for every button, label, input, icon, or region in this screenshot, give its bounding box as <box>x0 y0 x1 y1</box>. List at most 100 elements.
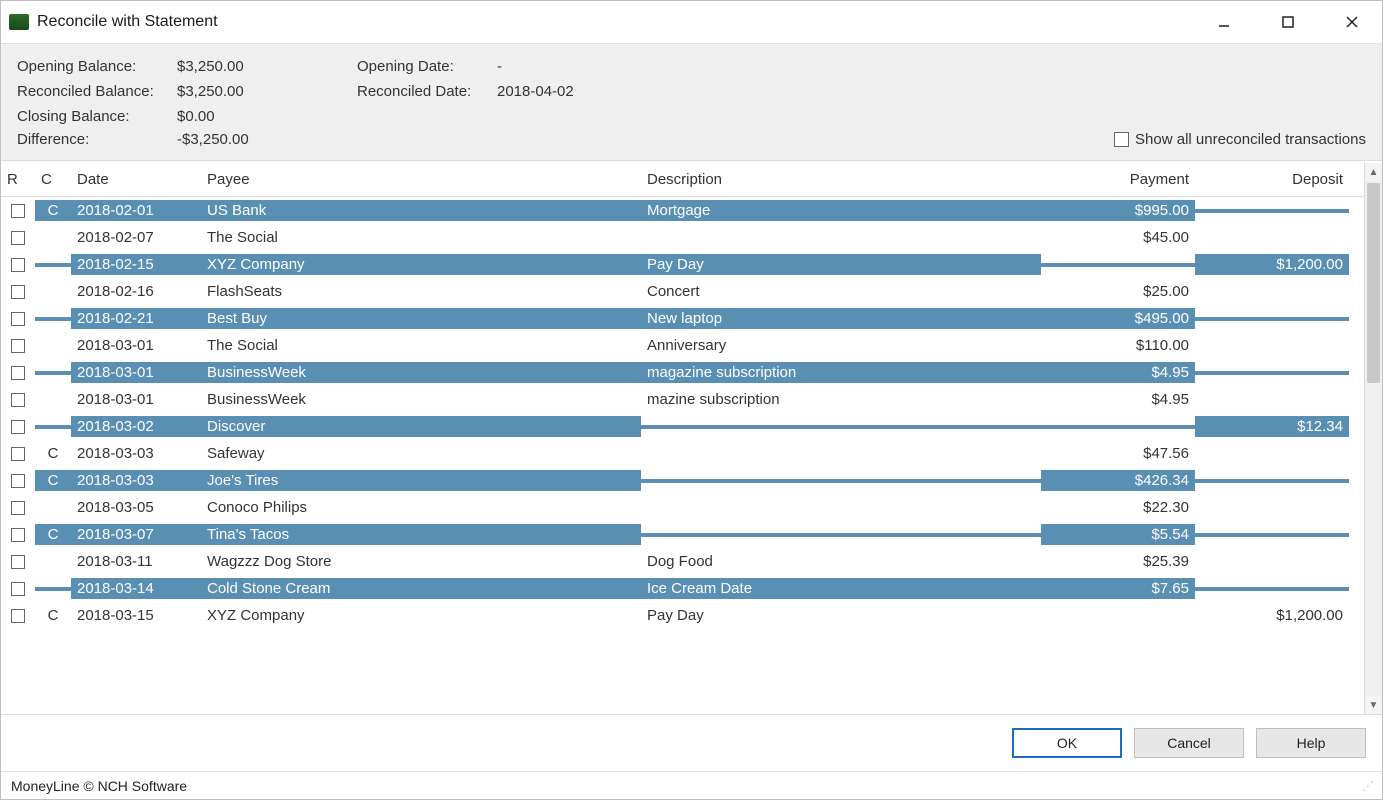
row-description <box>641 479 1041 483</box>
opening-balance-label: Opening Balance: <box>17 58 177 75</box>
row-description: Mortgage <box>641 200 1041 221</box>
row-reconcile-checkbox[interactable] <box>1 391 35 409</box>
row-payment: $110.00 <box>1041 335 1195 356</box>
row-cleared-flag <box>35 344 71 348</box>
row-description <box>641 425 1041 429</box>
row-deposit <box>1195 506 1349 510</box>
table-header-row: R C Date Payee Description Payment Depos… <box>1 163 1364 197</box>
row-reconcile-checkbox[interactable] <box>1 337 35 355</box>
row-cleared-flag <box>35 236 71 240</box>
table-row[interactable]: 2018-02-15XYZ CompanyPay Day$1,200.00 <box>1 251 1364 278</box>
row-deposit <box>1195 371 1349 375</box>
row-reconcile-checkbox[interactable] <box>1 418 35 436</box>
row-payment: $995.00 <box>1041 200 1195 221</box>
scroll-up-icon[interactable]: ▲ <box>1365 163 1382 181</box>
row-payee: BusinessWeek <box>201 362 641 383</box>
col-description[interactable]: Description <box>641 171 1041 188</box>
scroll-down-icon[interactable]: ▼ <box>1365 696 1382 714</box>
app-icon <box>9 14 29 30</box>
row-payment: $495.00 <box>1041 308 1195 329</box>
row-reconcile-checkbox[interactable] <box>1 310 35 328</box>
row-reconcile-checkbox[interactable] <box>1 580 35 598</box>
row-payee: Discover <box>201 416 641 437</box>
closing-balance-value: $0.00 <box>177 108 357 125</box>
table-row[interactable]: C2018-03-03Safeway$47.56 <box>1 440 1364 467</box>
table-row[interactable]: 2018-03-01BusinessWeekmagazine subscript… <box>1 359 1364 386</box>
scrollbar-thumb[interactable] <box>1367 183 1380 383</box>
row-reconcile-checkbox[interactable] <box>1 526 35 544</box>
reconciled-balance-value: $3,250.00 <box>177 83 357 100</box>
row-reconcile-checkbox[interactable] <box>1 364 35 382</box>
difference-value: -$3,250.00 <box>177 131 357 148</box>
row-date: 2018-03-03 <box>71 470 201 491</box>
col-deposit[interactable]: Deposit <box>1195 171 1349 188</box>
row-reconcile-checkbox[interactable] <box>1 553 35 571</box>
transactions-table: R C Date Payee Description Payment Depos… <box>1 163 1382 715</box>
row-date: 2018-03-07 <box>71 524 201 545</box>
opening-date-label: Opening Date: <box>357 58 497 75</box>
table-row[interactable]: 2018-03-14Cold Stone CreamIce Cream Date… <box>1 575 1364 602</box>
row-date: 2018-03-02 <box>71 416 201 437</box>
vertical-scrollbar[interactable]: ▲ ▼ <box>1364 163 1382 714</box>
row-payment <box>1041 425 1195 429</box>
row-cleared-flag <box>35 425 71 429</box>
table-row[interactable]: C2018-03-15XYZ CompanyPay Day$1,200.00 <box>1 602 1364 629</box>
row-date: 2018-03-01 <box>71 389 201 410</box>
minimize-button[interactable] <box>1206 4 1242 40</box>
row-reconcile-checkbox[interactable] <box>1 472 35 490</box>
row-payment: $25.39 <box>1041 551 1195 572</box>
close-button[interactable] <box>1334 4 1370 40</box>
table-row[interactable]: 2018-03-02Discover$12.34 <box>1 413 1364 440</box>
row-payment: $4.95 <box>1041 362 1195 383</box>
ok-button[interactable]: OK <box>1012 728 1122 758</box>
row-payment <box>1041 263 1195 267</box>
row-payment: $45.00 <box>1041 227 1195 248</box>
help-button[interactable]: Help <box>1256 728 1366 758</box>
row-date: 2018-02-07 <box>71 227 201 248</box>
col-payee[interactable]: Payee <box>201 171 641 188</box>
row-description <box>641 506 1041 510</box>
col-date[interactable]: Date <box>71 171 201 188</box>
col-r[interactable]: R <box>1 171 35 188</box>
row-deposit: $1,200.00 <box>1195 254 1349 275</box>
row-description: Pay Day <box>641 254 1041 275</box>
row-description: New laptop <box>641 308 1041 329</box>
table-row[interactable]: C2018-03-03Joe's Tires$426.34 <box>1 467 1364 494</box>
reconciled-date-label: Reconciled Date: <box>357 83 497 100</box>
row-deposit <box>1195 533 1349 537</box>
table-row[interactable]: 2018-03-01The SocialAnniversary$110.00 <box>1 332 1364 359</box>
row-payment: $5.54 <box>1041 524 1195 545</box>
col-payment[interactable]: Payment <box>1041 171 1195 188</box>
show-unreconciled-checkbox[interactable]: Show all unreconciled transactions <box>1114 131 1366 148</box>
row-reconcile-checkbox[interactable] <box>1 202 35 220</box>
opening-balance-value: $3,250.00 <box>177 58 357 75</box>
row-date: 2018-02-21 <box>71 308 201 329</box>
table-row[interactable]: 2018-02-21Best BuyNew laptop$495.00 <box>1 305 1364 332</box>
row-reconcile-checkbox[interactable] <box>1 283 35 301</box>
row-deposit <box>1195 560 1349 564</box>
table-row[interactable]: 2018-02-16FlashSeatsConcert$25.00 <box>1 278 1364 305</box>
col-c[interactable]: C <box>35 171 71 188</box>
table-row[interactable]: 2018-03-01BusinessWeekmazine subscriptio… <box>1 386 1364 413</box>
table-row[interactable]: C2018-03-07Tina's Tacos$5.54 <box>1 521 1364 548</box>
row-payee: The Social <box>201 335 641 356</box>
row-cleared-flag: C <box>35 443 71 464</box>
table-row[interactable]: C2018-02-01US BankMortgage$995.00 <box>1 197 1364 224</box>
table-row[interactable]: 2018-03-05Conoco Philips$22.30 <box>1 494 1364 521</box>
row-deposit <box>1195 398 1349 402</box>
row-payee: BusinessWeek <box>201 389 641 410</box>
row-payee: Wagzzz Dog Store <box>201 551 641 572</box>
table-row[interactable]: 2018-02-07The Social$45.00 <box>1 224 1364 251</box>
cancel-button[interactable]: Cancel <box>1134 728 1244 758</box>
row-payee: Joe's Tires <box>201 470 641 491</box>
row-reconcile-checkbox[interactable] <box>1 256 35 274</box>
maximize-button[interactable] <box>1270 4 1306 40</box>
row-reconcile-checkbox[interactable] <box>1 229 35 247</box>
resize-grip-icon[interactable]: ⋰ <box>1362 779 1372 793</box>
row-reconcile-checkbox[interactable] <box>1 499 35 517</box>
row-reconcile-checkbox[interactable] <box>1 445 35 463</box>
table-row[interactable]: 2018-03-11Wagzzz Dog StoreDog Food$25.39 <box>1 548 1364 575</box>
checkbox-icon <box>1114 132 1129 147</box>
row-reconcile-checkbox[interactable] <box>1 607 35 625</box>
row-date: 2018-02-15 <box>71 254 201 275</box>
